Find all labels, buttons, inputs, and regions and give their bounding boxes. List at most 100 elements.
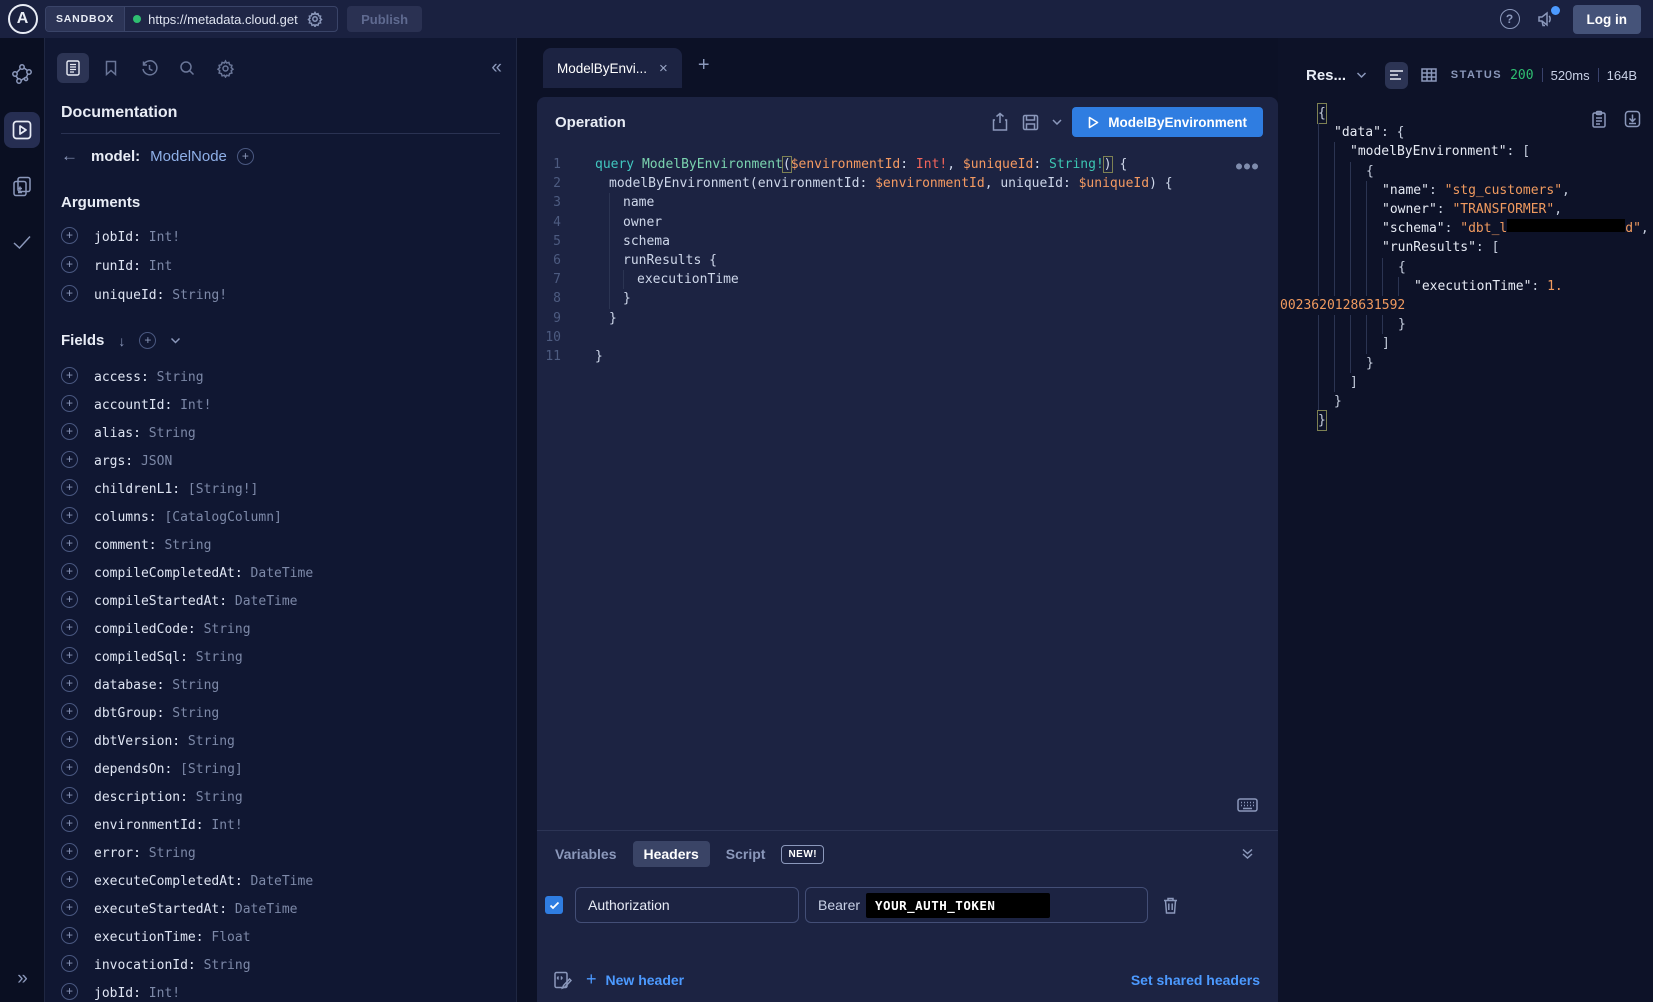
keyboard-shortcuts-icon[interactable] xyxy=(1237,798,1258,812)
add-field-icon[interactable]: + xyxy=(61,647,78,664)
endpoint-url-box[interactable]: SANDBOX https://metadata.cloud.get xyxy=(45,6,338,32)
rail-explorer-icon[interactable] xyxy=(4,112,40,148)
save-operation-icon[interactable] xyxy=(1021,113,1040,132)
add-field-icon[interactable]: + xyxy=(61,395,78,412)
rail-checks-icon[interactable] xyxy=(4,224,40,260)
doc-field-row[interactable]: +dependsOn: [String] xyxy=(61,753,500,781)
editor-overflow-menu-icon[interactable]: ●●● xyxy=(1236,161,1260,172)
add-field-icon[interactable]: + xyxy=(61,759,78,776)
doc-field-row[interactable]: +accountId: Int! xyxy=(61,389,500,417)
docs-back-arrow-icon[interactable]: ← xyxy=(61,146,81,166)
doc-field-row[interactable]: +compileStartedAt: DateTime xyxy=(61,585,500,613)
rail-changesets-icon[interactable] xyxy=(4,168,40,204)
add-field-icon[interactable]: + xyxy=(61,675,78,692)
response-dropdown-chevron-icon[interactable] xyxy=(1356,72,1367,79)
header-enabled-checkbox[interactable] xyxy=(545,896,563,914)
doc-field-row[interactable]: +compiledCode: String xyxy=(61,613,500,641)
add-field-icon[interactable]: + xyxy=(61,507,78,524)
operation-tab[interactable]: ModelByEnvi... × xyxy=(543,48,682,88)
publish-button[interactable]: Publish xyxy=(347,6,422,32)
add-field-icon[interactable]: + xyxy=(61,591,78,608)
save-dropdown-chevron-icon[interactable] xyxy=(1052,119,1062,125)
add-field-icon[interactable]: + xyxy=(61,451,78,468)
header-name-input[interactable] xyxy=(575,887,799,923)
delete-header-icon[interactable] xyxy=(1162,896,1179,915)
add-field-icon[interactable]: + xyxy=(61,285,78,302)
auth-token-redacted[interactable]: YOUR_AUTH_TOKEN xyxy=(866,893,1050,918)
rail-schema-graph-icon[interactable] xyxy=(4,56,40,92)
response-json[interactable]: {"data": {"modelByEnvironment": [{"name"… xyxy=(1280,104,1653,430)
apollo-logo[interactable]: A xyxy=(0,4,45,34)
share-operation-icon[interactable] xyxy=(991,112,1009,132)
help-icon[interactable]: ? xyxy=(1500,9,1520,29)
add-field-icon[interactable]: + xyxy=(61,367,78,384)
doc-field-row[interactable]: +childrenL1: [String!] xyxy=(61,473,500,501)
collapse-panel-chevrons-icon[interactable] xyxy=(1241,848,1254,860)
doc-field-row[interactable]: +invocationId: String xyxy=(61,949,500,977)
sort-fields-icon[interactable]: ↓ xyxy=(118,333,125,349)
add-field-icon[interactable]: + xyxy=(61,619,78,636)
doc-field-row[interactable]: +alias: String xyxy=(61,417,500,445)
add-field-icon[interactable]: + xyxy=(61,731,78,748)
search-tab-icon[interactable] xyxy=(171,53,203,83)
docs-tab-icon[interactable] xyxy=(57,53,89,83)
add-model-field-icon[interactable]: + xyxy=(237,148,254,165)
doc-field-row[interactable]: +database: String xyxy=(61,669,500,697)
history-tab-icon[interactable] xyxy=(133,53,165,83)
header-value-input[interactable]: Bearer YOUR_AUTH_TOKEN xyxy=(805,887,1148,923)
doc-field-row[interactable]: +uniqueId: String! xyxy=(61,279,500,308)
doc-field-row[interactable]: +runId: Int xyxy=(61,250,500,279)
tab-headers[interactable]: Headers xyxy=(633,841,710,867)
add-field-icon[interactable]: + xyxy=(61,479,78,496)
doc-field-row[interactable]: +dbtGroup: String xyxy=(61,697,500,725)
bookmarks-tab-icon[interactable] xyxy=(95,53,127,83)
doc-field-row[interactable]: +dbtVersion: String xyxy=(61,725,500,753)
add-field-icon[interactable]: + xyxy=(61,843,78,860)
raw-view-toggle-icon[interactable] xyxy=(1385,62,1408,89)
tab-variables[interactable]: Variables xyxy=(555,846,617,862)
add-field-icon[interactable]: + xyxy=(61,227,78,244)
tab-script[interactable]: Script xyxy=(726,846,766,862)
download-response-icon[interactable] xyxy=(1624,110,1641,129)
run-operation-button[interactable]: ModelByEnvironment xyxy=(1072,107,1263,137)
copy-response-icon[interactable] xyxy=(1591,110,1607,129)
table-view-toggle-icon[interactable] xyxy=(1418,62,1441,89)
doc-field-row[interactable]: +executeCompletedAt: DateTime xyxy=(61,865,500,893)
doc-field-row[interactable]: +comment: String xyxy=(61,529,500,557)
doc-field-row[interactable]: +columns: [CatalogColumn] xyxy=(61,501,500,529)
set-shared-headers-link[interactable]: Set shared headers xyxy=(1131,972,1260,988)
add-field-icon[interactable]: + xyxy=(61,563,78,580)
graphql-editor[interactable]: 1query ModelByEnvironment($environmentId… xyxy=(537,147,1278,830)
collapse-docs-icon[interactable]: « xyxy=(491,57,502,79)
announcements-megaphone-icon[interactable] xyxy=(1536,9,1557,29)
new-tab-icon[interactable]: + xyxy=(698,54,710,77)
endpoint-settings-gear-icon[interactable] xyxy=(307,11,323,27)
endpoint-url[interactable]: https://metadata.cloud.get xyxy=(148,12,300,27)
add-field-icon[interactable]: + xyxy=(61,815,78,832)
add-field-icon[interactable]: + xyxy=(61,871,78,888)
add-field-icon[interactable]: + xyxy=(61,703,78,720)
doc-field-row[interactable]: +args: JSON xyxy=(61,445,500,473)
doc-field-row[interactable]: +compileCompletedAt: DateTime xyxy=(61,557,500,585)
doc-field-row[interactable]: +compiledSql: String xyxy=(61,641,500,669)
doc-field-row[interactable]: +jobId: Int! xyxy=(61,221,500,250)
add-field-icon[interactable]: + xyxy=(61,927,78,944)
add-all-fields-icon[interactable]: + xyxy=(139,332,156,349)
add-field-icon[interactable]: + xyxy=(61,983,78,1000)
expand-rail-icon[interactable]: » xyxy=(0,968,45,990)
response-title[interactable]: Res... xyxy=(1306,67,1346,84)
add-field-icon[interactable]: + xyxy=(61,955,78,972)
settings-tab-icon[interactable] xyxy=(209,53,241,83)
doc-field-row[interactable]: +description: String xyxy=(61,781,500,809)
login-button[interactable]: Log in xyxy=(1573,5,1642,34)
close-tab-icon[interactable]: × xyxy=(659,60,668,77)
doc-field-row[interactable]: +jobId: Int! xyxy=(61,977,500,1002)
doc-field-row[interactable]: +executionTime: Float xyxy=(61,921,500,949)
add-field-icon[interactable]: + xyxy=(61,899,78,916)
add-field-icon[interactable]: + xyxy=(61,423,78,440)
fields-chevron-icon[interactable] xyxy=(170,337,181,344)
add-field-icon[interactable]: + xyxy=(61,256,78,273)
add-field-icon[interactable]: + xyxy=(61,535,78,552)
add-field-icon[interactable]: + xyxy=(61,787,78,804)
doc-field-row[interactable]: +executeStartedAt: DateTime xyxy=(61,893,500,921)
